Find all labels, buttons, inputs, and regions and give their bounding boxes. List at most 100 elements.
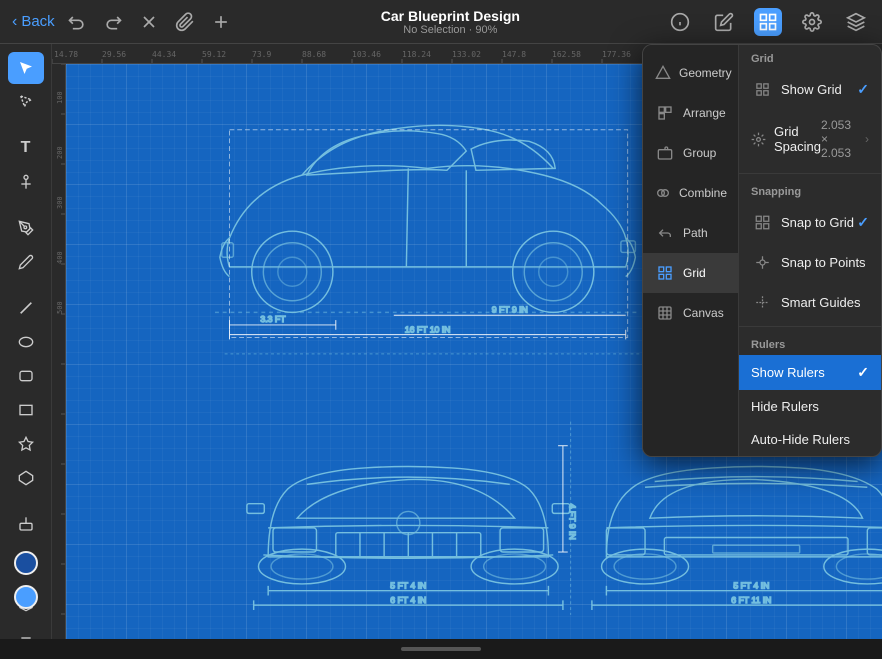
tool-group-select	[8, 52, 44, 118]
redo-button[interactable]	[99, 8, 127, 36]
snap-grid-label: Snap to Grid	[781, 215, 857, 230]
nav-group[interactable]: Group	[643, 133, 738, 173]
smart-guides-row[interactable]: Smart Guides	[739, 282, 881, 322]
back-button[interactable]: ‹ Back	[12, 13, 55, 31]
attach-button[interactable]	[171, 8, 199, 36]
color-swatch-light[interactable]	[14, 585, 38, 609]
vertical-ruler: 100 200 300 400 500	[52, 64, 66, 639]
svg-text:400: 400	[56, 251, 64, 264]
back-chevron-icon: ‹	[12, 13, 17, 31]
show-grid-row[interactable]: Show Grid ✓	[739, 69, 881, 109]
popup-menu: Geometry Arrange Group	[642, 44, 882, 457]
nav-canvas[interactable]: Canvas	[643, 293, 738, 333]
show-rulers-row[interactable]: Show Rulers ✓	[739, 355, 881, 390]
title-bar-left: ‹ Back	[12, 8, 235, 36]
show-grid-icon	[751, 78, 773, 100]
svg-text:147.8: 147.8	[502, 50, 526, 59]
rounded-rect-tool[interactable]	[8, 360, 44, 392]
svg-text:73.9: 73.9	[252, 50, 271, 59]
anchor-tool[interactable]	[8, 166, 44, 198]
divider-snapping	[739, 173, 881, 174]
rect-tool[interactable]	[8, 394, 44, 426]
home-indicator	[0, 639, 882, 659]
minus-tool[interactable]	[8, 622, 44, 654]
close-button[interactable]	[135, 8, 163, 36]
nav-path[interactable]: Path	[643, 213, 738, 253]
grid-button[interactable]	[754, 8, 782, 36]
svg-text:5 FT 4 IN: 5 FT 4 IN	[390, 581, 426, 591]
app-title: Car Blueprint Design	[235, 8, 666, 24]
snap-to-points-row[interactable]: Snap to Points	[739, 242, 881, 282]
snap-grid-icon	[751, 211, 773, 233]
text-tool[interactable]: T	[8, 132, 44, 164]
path-icon	[655, 223, 675, 243]
svg-text:14.78: 14.78	[54, 50, 78, 59]
svg-text:29.56: 29.56	[102, 50, 126, 59]
select-tool[interactable]	[8, 52, 44, 84]
svg-text:88.68: 88.68	[302, 50, 326, 59]
show-grid-check: ✓	[857, 81, 869, 98]
grid-spacing-icon	[751, 128, 766, 150]
show-grid-label: Show Grid	[781, 82, 857, 97]
svg-text:5 FT 4 IN: 5 FT 4 IN	[733, 581, 769, 591]
info-button[interactable]	[666, 8, 694, 36]
title-bar-right	[666, 8, 870, 36]
popup-nav: Geometry Arrange Group	[643, 45, 739, 456]
canvas-icon	[655, 303, 675, 323]
nav-combine[interactable]: Combine	[643, 173, 738, 213]
svg-text:16 FT 10 IN: 16 FT 10 IN	[405, 325, 451, 335]
svg-text:200: 200	[56, 146, 64, 159]
snap-to-grid-row[interactable]: Snap to Grid ✓	[739, 202, 881, 242]
svg-text:103.46: 103.46	[352, 50, 381, 59]
popup-content: Grid Show Grid ✓ Grid	[739, 45, 881, 456]
pencil-draw-tool[interactable]	[8, 246, 44, 278]
grid-spacing-row[interactable]: Grid Spacing 2.053 × 2.053 ›	[739, 109, 881, 169]
fill-tool[interactable]	[8, 508, 44, 540]
nav-geometry-label: Geometry	[679, 66, 732, 80]
arrange-icon	[655, 103, 675, 123]
snap-points-icon	[751, 251, 773, 273]
hide-rulers-row[interactable]: Hide Rulers	[739, 390, 881, 423]
grid-spacing-chevron: ›	[865, 132, 869, 146]
pen-tool[interactable]	[8, 212, 44, 244]
svg-text:177.36: 177.36	[602, 50, 631, 59]
line-tool[interactable]	[8, 292, 44, 324]
group-icon	[655, 143, 675, 163]
layers-button[interactable]	[842, 8, 870, 36]
settings-button[interactable]	[798, 8, 826, 36]
color-swatch-dark[interactable]	[14, 551, 38, 575]
add-button[interactable]	[207, 8, 235, 36]
smart-guides-icon	[751, 291, 773, 313]
show-rulers-label: Show Rulers	[751, 365, 857, 380]
star-tool[interactable]	[8, 428, 44, 460]
auto-hide-rulers-row[interactable]: Auto-Hide Rulers	[739, 423, 881, 456]
tool-group-text: T	[8, 132, 44, 198]
smart-guides-label: Smart Guides	[781, 295, 869, 310]
nav-grid[interactable]: Grid	[643, 253, 738, 293]
nav-grid-label: Grid	[683, 266, 706, 280]
marquee-tool[interactable]	[8, 86, 44, 118]
undo-button[interactable]	[63, 8, 91, 36]
nav-arrange-label: Arrange	[683, 106, 726, 120]
nav-canvas-label: Canvas	[683, 306, 724, 320]
polygon-tool[interactable]	[8, 462, 44, 494]
svg-text:118.24: 118.24	[402, 50, 431, 59]
svg-text:59.12: 59.12	[202, 50, 226, 59]
auto-hide-rulers-label: Auto-Hide Rulers	[751, 432, 869, 447]
tool-group-draw	[8, 212, 44, 278]
rulers-section-header: Rulers	[739, 331, 881, 355]
nav-arrange[interactable]: Arrange	[643, 93, 738, 133]
svg-text:100: 100	[56, 91, 64, 104]
grid-nav-icon	[655, 263, 675, 283]
nav-geometry[interactable]: Geometry	[643, 53, 738, 93]
combine-icon	[655, 183, 671, 203]
app-subtitle: No Selection · 90%	[235, 24, 666, 36]
ellipse-tool[interactable]	[8, 326, 44, 358]
show-rulers-check: ✓	[857, 364, 869, 381]
svg-text:6 FT 4 IN: 6 FT 4 IN	[390, 595, 426, 605]
svg-text:133.02: 133.02	[452, 50, 481, 59]
title-center: Car Blueprint Design No Selection · 90%	[235, 8, 666, 36]
home-bar	[401, 647, 481, 651]
svg-text:6 FT 11 IN: 6 FT 11 IN	[731, 595, 771, 605]
pencil-button[interactable]	[710, 8, 738, 36]
